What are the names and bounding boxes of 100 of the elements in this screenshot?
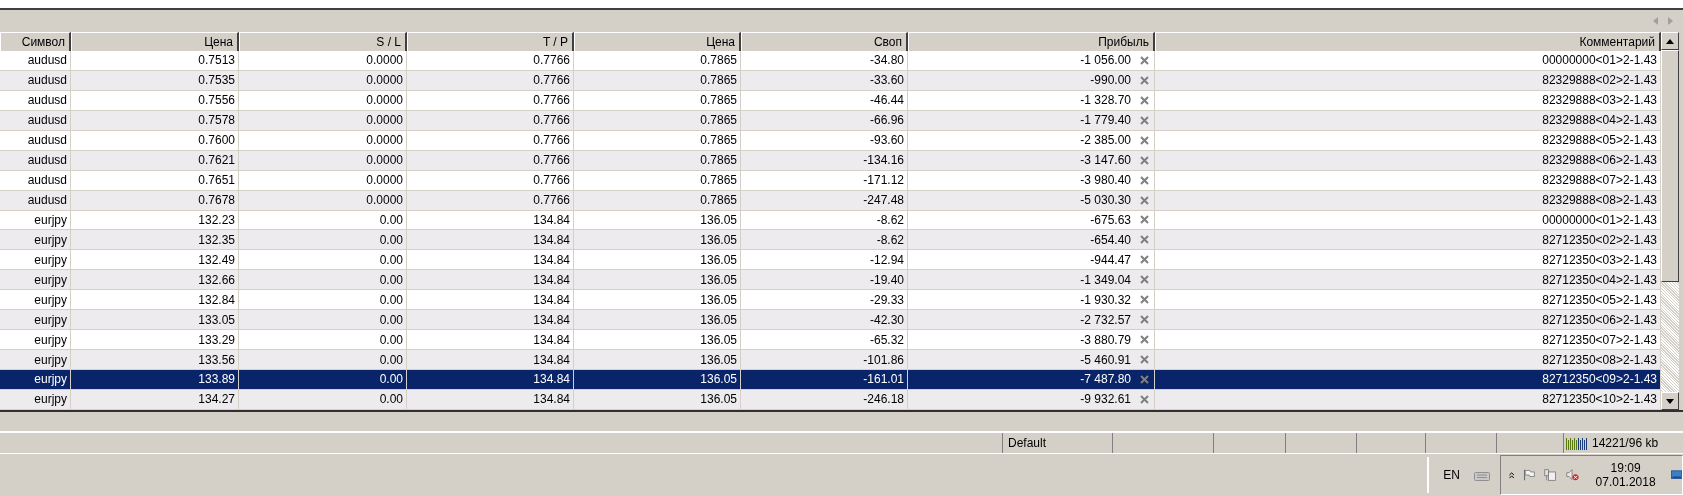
close-icon[interactable] (1140, 295, 1149, 305)
column-header[interactable]: Цена (574, 32, 741, 53)
down-arrow-icon (1666, 398, 1674, 404)
table-cell-text: 82329888<04>2-1.43 (1542, 112, 1657, 130)
table-cell-text: 136.05 (700, 351, 737, 369)
flag-icon[interactable] (1523, 467, 1536, 483)
table-cell-text: audusd (27, 172, 67, 190)
table-cell-text: eurjpy (34, 351, 67, 369)
close-icon[interactable] (1140, 255, 1149, 265)
column-header[interactable]: S / L (239, 32, 407, 53)
table-cell-text: 136.05 (700, 291, 737, 309)
close-icon[interactable] (1140, 75, 1149, 85)
vertical-scrollbar[interactable] (1661, 32, 1679, 410)
table-cell-text: -66.96 (869, 112, 904, 130)
table-cell-text: -9 932.61 (1080, 391, 1131, 409)
table-cell-text: 82329888<05>2-1.43 (1542, 132, 1657, 150)
scrollbar-thumb[interactable] (1661, 50, 1679, 282)
column-header[interactable]: T / P (407, 32, 574, 53)
close-icon[interactable] (1140, 315, 1149, 325)
close-icon[interactable] (1140, 95, 1149, 105)
table-cell-text: eurjpy (34, 231, 67, 249)
close-icon[interactable] (1140, 135, 1149, 145)
table-cell-text: eurjpy (34, 271, 67, 289)
table-row[interactable]: audusd 0.7678 0.0000 0.7766 0.7865 -247.48 -5 030.30 82329888<08>2-1.43 (0, 190, 1661, 211)
table-cell-text: 0.00 (379, 391, 403, 409)
close-icon[interactable] (1140, 394, 1149, 404)
column-header[interactable]: Прибыль (908, 32, 1155, 53)
table-row[interactable]: audusd 0.7535 0.0000 0.7766 0.7865 -33.60 -990.00 82329888<02>2-1.43 (0, 70, 1661, 91)
table-cell-text: 0.7865 (700, 152, 737, 170)
column-header[interactable]: Цена (71, 32, 239, 53)
table-cell-text: -2 732.57 (1080, 311, 1131, 329)
table-row[interactable]: audusd 0.7621 0.0000 0.7766 0.7865 -134.16 -3 147.60 82329888<06>2-1.43 (0, 150, 1661, 171)
table-row[interactable]: eurjpy 132.84 0.00 134.84 136.05 -29.33 -1 930.32 82712350<05>2-1.43 (0, 290, 1661, 311)
table-cell-text: 0.7865 (700, 52, 737, 70)
close-icon[interactable] (1140, 215, 1149, 225)
close-icon[interactable] (1140, 115, 1149, 125)
keyboard-icon[interactable] (1474, 469, 1490, 481)
table-row[interactable]: audusd 0.7600 0.0000 0.7766 0.7865 -93.60 -2 385.00 82329888<05>2-1.43 (0, 130, 1661, 151)
table-row[interactable]: eurjpy 133.29 0.00 134.84 136.05 -65.32 -3 880.79 82712350<07>2-1.43 (0, 330, 1661, 351)
table-row[interactable]: eurjpy 133.56 0.00 134.84 136.05 -101.86 -5 460.91 82712350<08>2-1.43 (0, 350, 1661, 370)
table-row[interactable]: eurjpy 132.49 0.00 134.84 136.05 -12.94 -944.47 82712350<03>2-1.43 (0, 250, 1661, 271)
table-row[interactable]: eurjpy 132.35 0.00 134.84 136.05 -8.62 -654.40 82712350<02>2-1.43 (0, 230, 1661, 251)
close-icon[interactable] (1140, 175, 1149, 185)
table-cell-text: 134.84 (533, 351, 570, 369)
table-cell-text: 0.0000 (366, 192, 403, 210)
table-cell-text: 0.00 (379, 371, 403, 389)
column-header[interactable]: Своп (741, 32, 908, 53)
close-icon[interactable] (1140, 155, 1149, 165)
table-cell-text: 0.7513 (198, 52, 235, 70)
table-row[interactable]: eurjpy 132.23 0.00 134.84 136.05 -8.62 -675.63 00000000<01>2-1.43 (0, 210, 1661, 231)
close-icon[interactable] (1140, 374, 1149, 384)
table-cell-text: -675.63 (1090, 211, 1131, 229)
table-cell-text: 82329888<07>2-1.43 (1542, 172, 1657, 190)
scroll-up-button[interactable] (1661, 32, 1679, 50)
table-row[interactable]: eurjpy 132.66 0.00 134.84 136.05 -19.40 -1 349.04 82712350<04>2-1.43 (0, 270, 1661, 291)
table-cell-text: 0.7651 (198, 172, 235, 190)
table-cell-text: -93.60 (869, 132, 904, 150)
scroll-down-button[interactable] (1661, 392, 1679, 410)
network-icon[interactable] (1544, 467, 1557, 483)
table-cell-text: 0.7766 (533, 52, 570, 70)
close-icon[interactable] (1140, 335, 1149, 345)
connection-bars-icon (1566, 436, 1588, 450)
table-row[interactable]: eurjpy 133.89 0.00 134.84 136.05 -161.01 -7 487.80 82712350<09>2-1.43 (0, 370, 1661, 390)
table-row[interactable]: eurjpy 133.05 0.00 134.84 136.05 -42.30 -2 732.57 82712350<06>2-1.43 (0, 310, 1661, 331)
table-cell-text: 0.7766 (533, 172, 570, 190)
table-cell-text: -42.30 (869, 311, 904, 329)
clock-date[interactable]: 07.01.2018 (1595, 475, 1656, 489)
close-icon[interactable] (1140, 55, 1149, 65)
table-cell-text: -46.44 (869, 92, 904, 110)
close-icon[interactable] (1140, 275, 1149, 285)
table-cell-text: -5 460.91 (1080, 351, 1131, 369)
chevron-up-icon[interactable] (1509, 470, 1515, 480)
table-row[interactable]: eurjpy 134.27 0.00 134.84 136.05 -246.18 -9 932.61 82712350<10>2-1.43 (0, 389, 1661, 410)
table-cell-text: 134.84 (533, 331, 570, 349)
table-cell-text: 00000000<01>2-1.43 (1542, 52, 1657, 70)
close-icon[interactable] (1140, 355, 1149, 365)
table-row[interactable]: audusd 0.7651 0.0000 0.7766 0.7865 -171.12 -3 980.40 82329888<07>2-1.43 (0, 170, 1661, 191)
table-cell-text: 0.7766 (533, 192, 570, 210)
table-cell-text: 132.23 (198, 211, 235, 229)
show-desktop-icon[interactable] (1670, 469, 1682, 481)
table-cell-text: 133.05 (198, 311, 235, 329)
clock-time[interactable]: 19:09 (1610, 461, 1641, 475)
table-row[interactable]: audusd 0.7578 0.0000 0.7766 0.7865 -66.96 -1 779.40 82329888<04>2-1.43 (0, 110, 1661, 131)
column-header[interactable]: Символ (0, 32, 71, 53)
close-icon[interactable] (1140, 235, 1149, 245)
table-cell-text: 82329888<02>2-1.43 (1542, 72, 1657, 90)
table-row[interactable]: audusd 0.7513 0.0000 0.7766 0.7865 -34.80 -1 056.00 00000000<01>2-1.43 (0, 51, 1661, 71)
close-icon[interactable] (1140, 195, 1149, 205)
language-indicator[interactable]: EN (1443, 466, 1460, 484)
table-cell-text: -3 980.40 (1080, 172, 1131, 190)
table-row[interactable]: audusd 0.7556 0.0000 0.7766 0.7865 -46.44 -1 328.70 82329888<03>2-1.43 (0, 90, 1661, 111)
table-cell-text: -7 487.80 (1080, 371, 1131, 389)
speaker-muted-icon[interactable] (1565, 467, 1579, 483)
table-cell-text: 0.7600 (198, 132, 235, 150)
table-cell-text: -19.40 (869, 271, 904, 289)
table-cell-text: 0.00 (379, 231, 403, 249)
table-cell-text: 0.7865 (700, 132, 737, 150)
table-cell-text: 0.0000 (366, 132, 403, 150)
table-cell-text: audusd (27, 112, 67, 130)
column-header[interactable]: Комментарий (1155, 32, 1661, 53)
